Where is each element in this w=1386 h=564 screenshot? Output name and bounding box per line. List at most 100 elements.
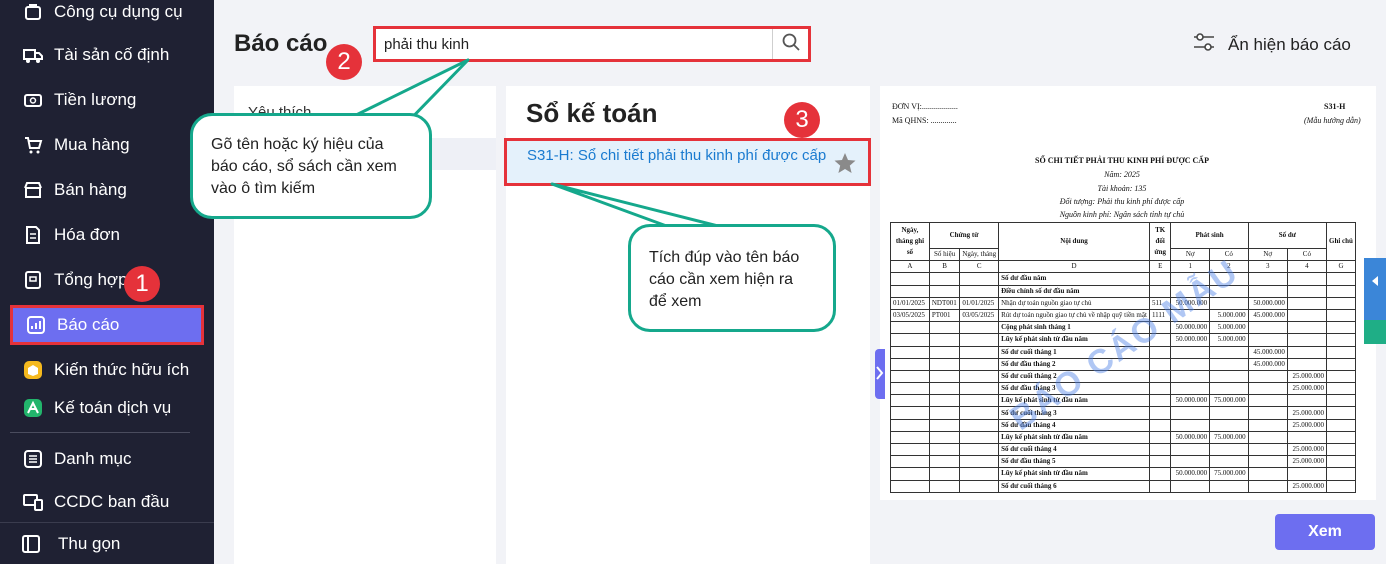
search-input[interactable] <box>376 35 772 53</box>
doc-table-cell <box>1286 272 1327 286</box>
search-box[interactable] <box>373 26 811 62</box>
doc-table-row: Lũy kế phát sinh từ đầu năm 50.000.000 75.… <box>890 467 1357 481</box>
toggle-reports-label: Ẩn hiện báo cáo <box>1228 34 1351 54</box>
doc-table-cell <box>1170 406 1211 420</box>
sidebar-item-label: Công cụ dụng cụ <box>54 2 183 21</box>
doc-table-cell <box>928 479 961 493</box>
doc-table-cell <box>1247 479 1288 493</box>
doc-table-cell <box>1209 442 1249 457</box>
sidebar-item-summary[interactable]: Tổng hợp <box>10 260 204 300</box>
doc-table-cell <box>1325 369 1357 384</box>
preview-collapse-handle[interactable] <box>875 349 885 399</box>
page-title: Báo cáo <box>234 30 328 57</box>
collapse-sidebar-button[interactable]: Thu gọn <box>0 522 214 564</box>
sidebar-item-fixed-assets[interactable]: Tài sản cố định <box>10 35 204 75</box>
right-side-tab-green[interactable] <box>1364 320 1386 344</box>
doc-table-cell <box>1325 467 1357 481</box>
search-icon <box>782 33 800 56</box>
doc-table-cell <box>959 369 1000 384</box>
doc-table-cell <box>959 333 1000 347</box>
doc-table-cell <box>928 406 961 420</box>
doc-table-row: Số dư đầu tháng 3 25.000.000 <box>890 382 1357 396</box>
doc-table-cell <box>1325 442 1357 457</box>
doc-table-cell <box>1286 296 1327 310</box>
toggle-reports-button[interactable]: Ẩn hiện báo cáo <box>1192 32 1351 57</box>
doc-letter-cell: E <box>1148 260 1172 274</box>
doc-table-cell <box>1170 442 1211 457</box>
sidebar-item-salary[interactable]: Tiền lương <box>10 80 204 120</box>
sidebar-item-label: Hóa đơn <box>54 225 120 244</box>
doc-table-row: Số dư cuối tháng 3 25.000.000 <box>890 406 1357 420</box>
cart-icon <box>22 134 44 156</box>
sidebar-item-label: Danh mục <box>54 449 132 468</box>
doc-table-cell: 25.000.000 <box>1286 382 1327 396</box>
doc-table-cell <box>1247 321 1288 335</box>
knowledge-icon <box>22 359 44 381</box>
sidebar-item-purchase[interactable]: Mua hàng <box>10 125 204 165</box>
doc-table-cell: Số dư cuối tháng 6 <box>998 479 1150 493</box>
doc-table-cell <box>890 357 930 371</box>
star-icon[interactable] <box>834 152 856 179</box>
sidebar-item-categories[interactable]: Danh mục <box>10 439 204 479</box>
doc-table-cell <box>1325 296 1357 310</box>
sidebar-item-knowledge[interactable]: Kiến thức hữu ích <box>10 350 204 390</box>
search-button[interactable] <box>772 29 808 59</box>
doc-table-cell: 45.000.000 <box>1247 357 1288 371</box>
sidebar-item-label: Bán hàng <box>54 180 127 199</box>
doc-th-voucher: Chứng từ <box>928 222 1000 249</box>
doc-table-cell <box>1286 333 1327 347</box>
view-button[interactable]: Xem <box>1275 514 1375 550</box>
sidebar-item-sales[interactable]: Bán hàng <box>10 170 204 210</box>
store-icon <box>22 179 44 201</box>
doc-table-cell <box>1286 345 1327 359</box>
chevron-right-icon <box>876 366 884 385</box>
doc-table-cell <box>890 333 930 347</box>
doc-table-cell <box>890 382 930 396</box>
report-item-s31h[interactable]: S31-H: Sổ chi tiết phải thu kinh phí đượ… <box>504 138 871 186</box>
doc-qhns: Mã QHNS: ............. <box>892 116 957 125</box>
doc-table-cell <box>890 406 930 420</box>
sidebar-item-invoice[interactable]: Hóa đơn <box>10 215 204 255</box>
doc-table-cell <box>1170 382 1211 396</box>
doc-source: Nguồn kinh phí: Ngân sách tỉnh tự chủ <box>1059 210 1185 219</box>
sidebar-item-tools[interactable]: Công cụ dụng cụ <box>10 0 204 32</box>
sidebar-item-accounting-service[interactable]: Kế toán dịch vụ <box>10 388 204 428</box>
doc-table-cell <box>1148 455 1172 469</box>
doc-table-cell: 50.000.000 <box>1247 296 1288 310</box>
doc-table-cell <box>1170 455 1211 469</box>
sidebar-item-initial-tools[interactable]: CCDC ban đầu <box>10 482 204 522</box>
doc-table-cell <box>1148 479 1172 493</box>
doc-table-cell <box>1286 321 1327 335</box>
doc-table-cell: 25.000.000 <box>1286 479 1327 493</box>
doc-table-cell: 25.000.000 <box>1286 369 1327 384</box>
doc-table-cell: 5.000.000 <box>1209 308 1249 323</box>
doc-table-row: Lũy kế phát sinh từ đầu năm 50.000.000 75.… <box>890 430 1357 445</box>
doc-table-cell <box>1325 284 1357 298</box>
doc-table-cell <box>1325 430 1357 445</box>
doc-table-cell <box>928 442 961 457</box>
doc-table-row: Số dư đầu tháng 4 25.000.000 <box>890 418 1357 432</box>
doc-table-cell <box>1148 369 1172 384</box>
doc-th-date: Ngày, tháng ghi sổ <box>890 221 930 262</box>
doc-table-cell <box>1247 394 1288 408</box>
doc-table-cell <box>1209 418 1249 432</box>
doc-th-balance-debit: Nợ <box>1247 247 1288 262</box>
sidebar-item-label: Kế toán dịch vụ <box>54 398 172 417</box>
sidebar-item-reports[interactable]: Báo cáo <box>10 305 204 345</box>
doc-table-cell <box>1170 369 1211 384</box>
report-item-label: S31-H: Sổ chi tiết phải thu kinh phí đượ… <box>527 147 827 164</box>
doc-table-cell <box>959 357 1000 371</box>
doc-table-cell <box>928 455 961 469</box>
doc-table-cell: Nhận dự toán nguồn giao tự chủ <box>998 296 1150 310</box>
doc-table-cell <box>928 369 961 384</box>
sidebar-item-label: Tổng hợp <box>54 270 128 289</box>
doc-table-cell: NDT001 <box>928 296 961 310</box>
doc-table-cell: 50.000.000 <box>1170 394 1211 408</box>
doc-table-cell <box>1148 467 1172 481</box>
doc-table-cell: 50.000.000 <box>1170 467 1211 481</box>
doc-table-cell <box>1148 394 1172 408</box>
doc-table-cell <box>1286 467 1327 481</box>
doc-table-cell: Điều chỉnh số dư đầu năm <box>998 284 1150 298</box>
doc-table-cell <box>1148 418 1172 432</box>
doc-table-cell <box>1325 333 1357 347</box>
